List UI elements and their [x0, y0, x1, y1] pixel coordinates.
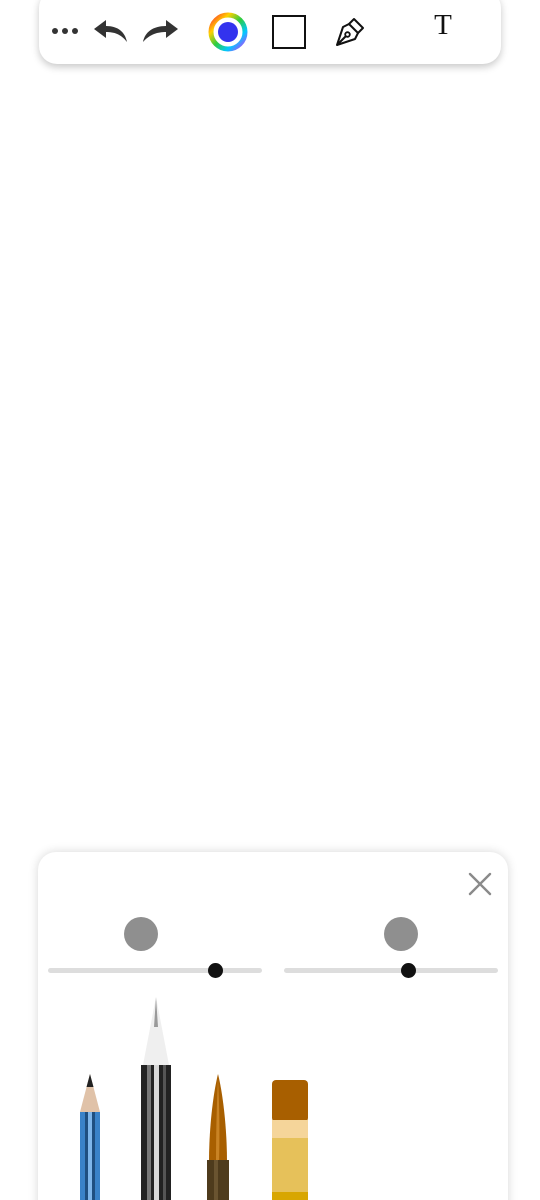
color-wheel-icon: [208, 12, 248, 52]
drawing-app-screen: T: [0, 0, 540, 1200]
size-slider[interactable]: [48, 960, 262, 980]
square-outline-icon: [272, 15, 306, 49]
shape-tool-button[interactable]: [269, 12, 309, 52]
opacity-slider-track: [284, 968, 498, 973]
pen-tool-button[interactable]: [331, 12, 369, 52]
round-paintbrush-icon: [207, 1074, 229, 1200]
round-paintbrush[interactable]: [204, 1074, 232, 1200]
top-toolbar: T: [39, 0, 501, 64]
redo-button[interactable]: [139, 14, 181, 46]
opacity-slider[interactable]: [284, 960, 498, 980]
undo-button[interactable]: [91, 14, 131, 46]
flat-paintbrush[interactable]: [270, 1078, 310, 1200]
undo-arrow-icon: [94, 20, 127, 42]
text-t-icon: T: [434, 8, 452, 41]
close-x-icon: [468, 872, 492, 896]
opacity-preview-dot: [384, 917, 418, 951]
color-picker-button[interactable]: [207, 11, 249, 53]
redo-arrow-icon: [143, 20, 178, 42]
pencil-brush[interactable]: [76, 1074, 104, 1200]
close-panel-button[interactable]: [466, 870, 494, 898]
size-preview-dot: [124, 917, 158, 951]
fineliner-pen-icon: [141, 997, 171, 1200]
more-options-button[interactable]: [47, 16, 83, 46]
more-horizontal-icon: [52, 28, 78, 34]
fineliner-brush[interactable]: [138, 997, 174, 1200]
size-slider-track: [48, 968, 262, 973]
pencil-icon: [80, 1074, 100, 1200]
opacity-slider-thumb[interactable]: [401, 963, 417, 978]
brush-settings-panel: [38, 852, 508, 1200]
text-tool-button[interactable]: T: [430, 8, 456, 42]
flat-paintbrush-icon: [272, 1080, 308, 1200]
drawing-canvas[interactable]: [0, 70, 540, 840]
pen-nib-icon: [336, 18, 364, 46]
size-slider-thumb[interactable]: [207, 963, 223, 978]
